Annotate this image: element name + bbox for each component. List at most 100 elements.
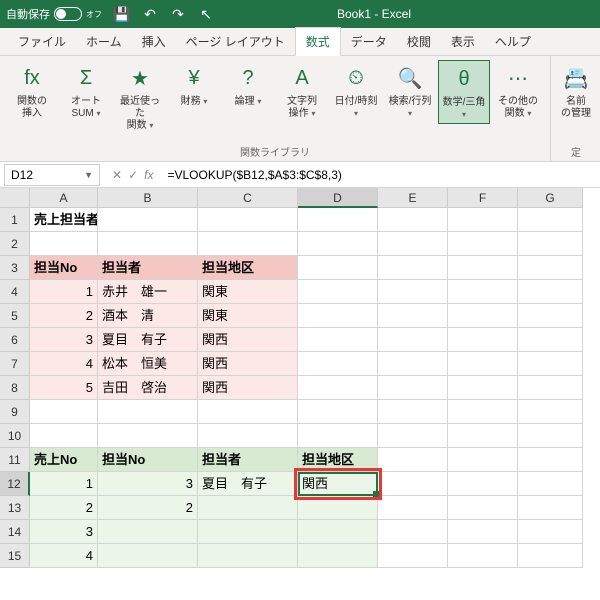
ribbon-最近使った関数[interactable]: ★最近使った関数 ▾ [114, 60, 166, 134]
cell-D7[interactable] [298, 352, 378, 376]
cell-D13[interactable] [298, 496, 378, 520]
cell-D9[interactable] [298, 400, 378, 424]
cell-C12[interactable]: 夏目 有子 [198, 472, 298, 496]
cell-E8[interactable] [378, 376, 448, 400]
formula-input[interactable]: =VLOOKUP($B12,$A$3:$C$8,3) [161, 168, 600, 182]
cell-A7[interactable]: 4 [30, 352, 98, 376]
enter-icon[interactable]: ✓ [128, 168, 138, 182]
cell-F6[interactable] [448, 328, 518, 352]
cell-B5[interactable]: 酒本 清 [98, 304, 198, 328]
cell-A10[interactable] [30, 424, 98, 448]
row-header-7[interactable]: 7 [0, 352, 30, 376]
row-header-8[interactable]: 8 [0, 376, 30, 400]
undo-icon[interactable]: ↶ [142, 6, 158, 22]
cell-C10[interactable] [198, 424, 298, 448]
cell-A15[interactable]: 4 [30, 544, 98, 568]
ribbon-財務[interactable]: ¥財務 ▾ [168, 60, 220, 110]
cell-C14[interactable] [198, 520, 298, 544]
cell-E4[interactable] [378, 280, 448, 304]
cell-D1[interactable] [298, 208, 378, 232]
cell-F9[interactable] [448, 400, 518, 424]
cell-C2[interactable] [198, 232, 298, 256]
row-header-2[interactable]: 2 [0, 232, 30, 256]
tab-ファイル[interactable]: ファイル [8, 28, 76, 55]
cell-G3[interactable] [518, 256, 583, 280]
cell-A1[interactable]: 売上担当者一覧 [30, 208, 98, 232]
cell-F14[interactable] [448, 520, 518, 544]
ribbon-その他の関数[interactable]: ⋯その他の関数 ▾ [492, 60, 544, 122]
row-header-11[interactable]: 11 [0, 448, 30, 472]
name-box[interactable]: D12 ▼ [4, 164, 100, 186]
cell-F11[interactable] [448, 448, 518, 472]
cell-B2[interactable] [98, 232, 198, 256]
row-header-6[interactable]: 6 [0, 328, 30, 352]
col-header-A[interactable]: A [30, 188, 98, 208]
cell-E6[interactable] [378, 328, 448, 352]
cell-A2[interactable] [30, 232, 98, 256]
cell-E12[interactable] [378, 472, 448, 496]
cell-A4[interactable]: 1 [30, 280, 98, 304]
row-header-3[interactable]: 3 [0, 256, 30, 280]
cell-E7[interactable] [378, 352, 448, 376]
cell-E10[interactable] [378, 424, 448, 448]
cell-A14[interactable]: 3 [30, 520, 98, 544]
cell-F7[interactable] [448, 352, 518, 376]
cell-B1[interactable] [98, 208, 198, 232]
cell-B14[interactable] [98, 520, 198, 544]
cell-B6[interactable]: 夏目 有子 [98, 328, 198, 352]
cell-F12[interactable] [448, 472, 518, 496]
row-header-5[interactable]: 5 [0, 304, 30, 328]
cell-G2[interactable] [518, 232, 583, 256]
cell-C6[interactable]: 関西 [198, 328, 298, 352]
cell-D11[interactable]: 担当地区 [298, 448, 378, 472]
cell-A9[interactable] [30, 400, 98, 424]
cell-G12[interactable] [518, 472, 583, 496]
cursor-icon[interactable]: ↖ [198, 6, 214, 22]
cell-B10[interactable] [98, 424, 198, 448]
cell-D3[interactable] [298, 256, 378, 280]
cell-E11[interactable] [378, 448, 448, 472]
row-header-4[interactable]: 4 [0, 280, 30, 304]
col-header-C[interactable]: C [198, 188, 298, 208]
cell-A5[interactable]: 2 [30, 304, 98, 328]
cell-B9[interactable] [98, 400, 198, 424]
cell-E15[interactable] [378, 544, 448, 568]
cell-F2[interactable] [448, 232, 518, 256]
cell-G5[interactable] [518, 304, 583, 328]
cell-G9[interactable] [518, 400, 583, 424]
cell-E3[interactable] [378, 256, 448, 280]
cell-A13[interactable]: 2 [30, 496, 98, 520]
cell-E5[interactable] [378, 304, 448, 328]
cell-G13[interactable] [518, 496, 583, 520]
tab-挿入[interactable]: 挿入 [132, 28, 176, 55]
cell-A6[interactable]: 3 [30, 328, 98, 352]
cell-D5[interactable] [298, 304, 378, 328]
row-header-15[interactable]: 15 [0, 544, 30, 568]
tab-ヘルプ[interactable]: ヘルプ [485, 28, 541, 55]
cell-G1[interactable] [518, 208, 583, 232]
cell-A11[interactable]: 売上No [30, 448, 98, 472]
tab-データ[interactable]: データ [341, 28, 397, 55]
cell-B7[interactable]: 松本 恒美 [98, 352, 198, 376]
cell-B12[interactable]: 3 [98, 472, 198, 496]
cancel-icon[interactable]: ✕ [112, 168, 122, 182]
save-icon[interactable]: 💾 [114, 6, 130, 22]
tab-校閲[interactable]: 校閲 [397, 28, 441, 55]
cell-C13[interactable] [198, 496, 298, 520]
cell-D10[interactable] [298, 424, 378, 448]
cell-F15[interactable] [448, 544, 518, 568]
cell-C3[interactable]: 担当地区 [198, 256, 298, 280]
ribbon-論理[interactable]: ?論理 ▾ [222, 60, 274, 110]
cell-F4[interactable] [448, 280, 518, 304]
ribbon-日付/時刻[interactable]: ⏲日付/時刻 ▾ [330, 60, 382, 122]
cell-A12[interactable]: 1 [30, 472, 98, 496]
cell-E9[interactable] [378, 400, 448, 424]
col-header-B[interactable]: B [98, 188, 198, 208]
row-header-9[interactable]: 9 [0, 400, 30, 424]
cell-E13[interactable] [378, 496, 448, 520]
cell-G11[interactable] [518, 448, 583, 472]
cell-F8[interactable] [448, 376, 518, 400]
cell-C5[interactable]: 関東 [198, 304, 298, 328]
tab-数式[interactable]: 数式 [295, 27, 341, 56]
tab-ホーム[interactable]: ホーム [76, 28, 132, 55]
